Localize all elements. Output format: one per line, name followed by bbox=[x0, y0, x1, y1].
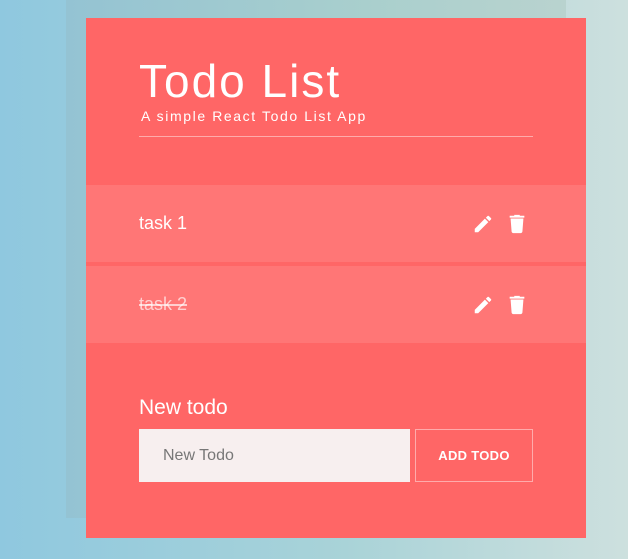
todo-item[interactable]: task 1 bbox=[86, 185, 586, 262]
trash-icon[interactable] bbox=[506, 294, 528, 316]
page-title: Todo List bbox=[139, 55, 342, 107]
todo-item-completed[interactable]: task 2 bbox=[86, 266, 586, 343]
new-todo-input[interactable] bbox=[139, 429, 410, 482]
todo-app-card: Todo List A simple React Todo List App t… bbox=[86, 18, 586, 538]
todo-text[interactable]: task 1 bbox=[139, 213, 187, 234]
new-todo-label: New todo bbox=[139, 396, 228, 419]
app-header: Todo List A simple React Todo List App bbox=[139, 56, 533, 137]
todo-actions bbox=[472, 213, 528, 235]
new-todo-form: New todo ADD TODO bbox=[139, 396, 533, 482]
trash-icon[interactable] bbox=[506, 213, 528, 235]
pencil-icon[interactable] bbox=[472, 294, 494, 316]
todo-list: task 1 task 2 bbox=[86, 185, 586, 347]
todo-text[interactable]: task 2 bbox=[132, 294, 194, 315]
add-todo-button[interactable]: ADD TODO bbox=[415, 429, 533, 482]
page-subtitle: A simple React Todo List App bbox=[141, 108, 367, 124]
pencil-icon[interactable] bbox=[472, 213, 494, 235]
new-todo-row: ADD TODO bbox=[139, 429, 533, 482]
todo-actions bbox=[472, 294, 528, 316]
